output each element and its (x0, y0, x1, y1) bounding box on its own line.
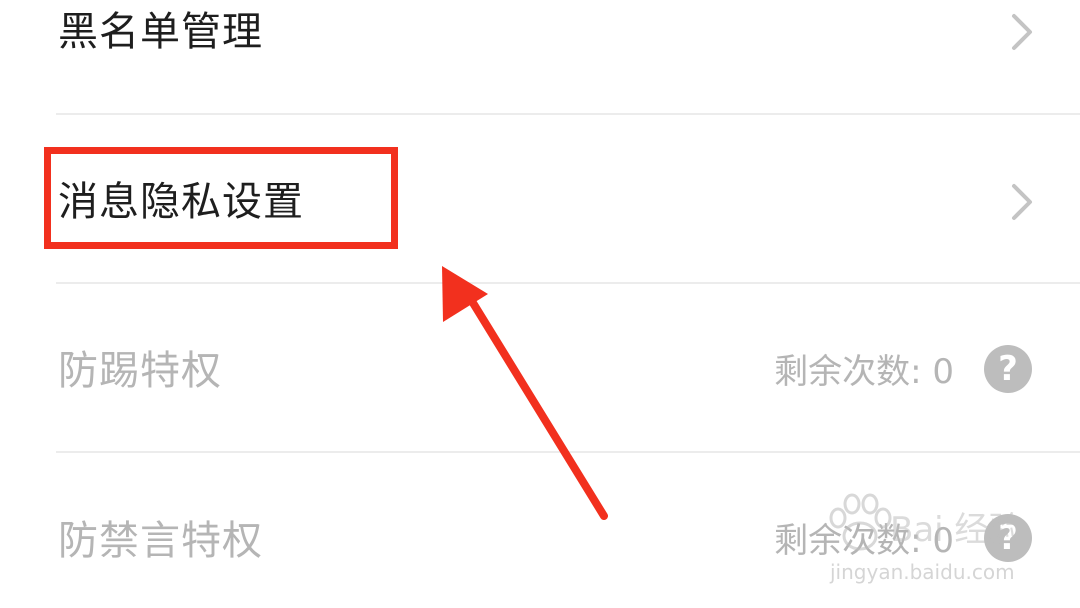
blacklist-management-row[interactable]: 黑名单管理 (0, 0, 1080, 116)
message-privacy-settings-label: 消息隐私设置 (58, 179, 304, 225)
anti-kick-privilege-row: 防踢特权 剩余次数: 0 ? (0, 284, 1080, 452)
anti-mute-privilege-label: 防禁言特权 (58, 518, 263, 564)
question-circle-icon[interactable]: ? (984, 345, 1032, 393)
blacklist-management-label: 黑名单管理 (58, 9, 263, 55)
remaining-count-text: 剩余次数: 0 (774, 352, 954, 392)
settings-screen: 黑名单管理 消息隐私设置 防踢特权 剩余次数: 0 ? 防禁言特权 剩余次数: … (0, 0, 1080, 608)
remaining-count-text: 剩余次数: 0 (774, 521, 954, 561)
chevron-right-icon[interactable] (1006, 182, 1038, 222)
anti-kick-privilege-label: 防踢特权 (58, 348, 222, 394)
row-divider (56, 113, 1080, 115)
question-circle-icon[interactable]: ? (984, 514, 1032, 562)
anti-mute-privilege-row: 防禁言特权 剩余次数: 0 ? (0, 453, 1080, 608)
message-privacy-settings-row[interactable]: 消息隐私设置 (0, 116, 1080, 284)
chevron-right-icon[interactable] (1006, 12, 1038, 52)
